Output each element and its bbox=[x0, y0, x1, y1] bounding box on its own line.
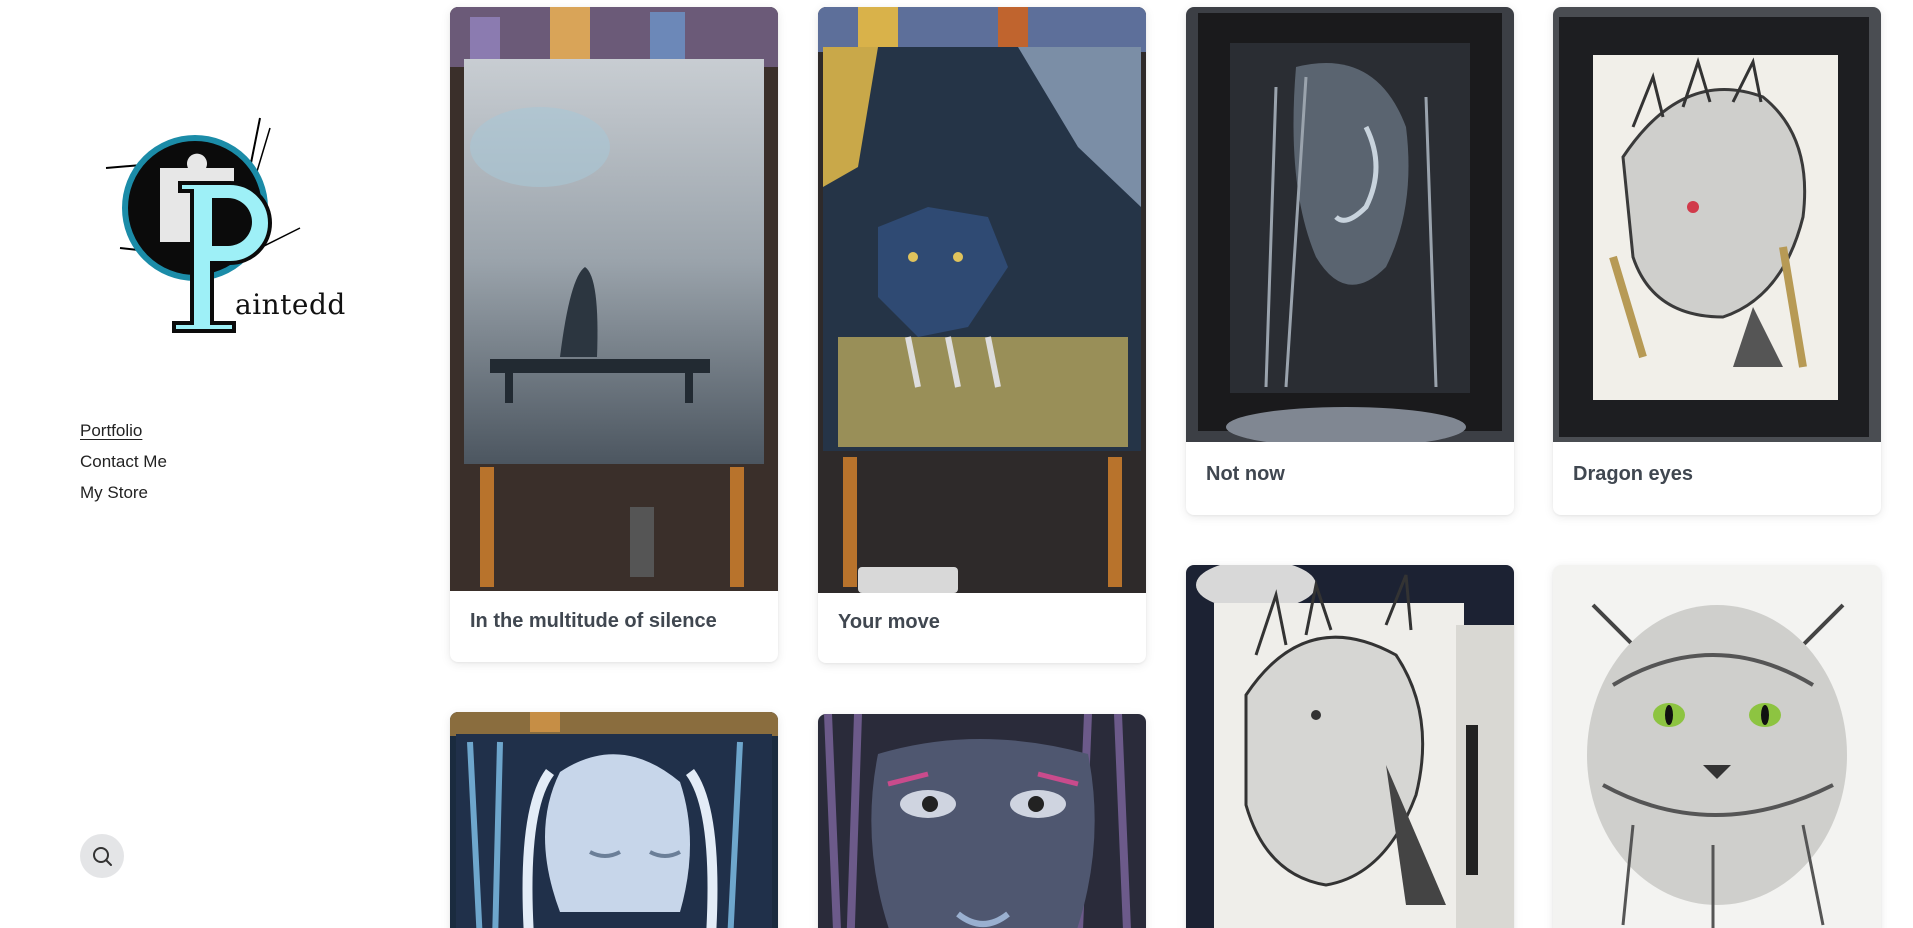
artwork-title: Your move bbox=[838, 611, 940, 633]
artwork-image bbox=[450, 712, 778, 928]
artwork-image bbox=[1186, 7, 1514, 442]
artwork-image bbox=[818, 714, 1146, 928]
artwork-image bbox=[1553, 565, 1881, 928]
artwork-image bbox=[1553, 7, 1881, 442]
artwork-title: Dragon eyes bbox=[1573, 463, 1694, 485]
artwork-image bbox=[450, 7, 778, 591]
site-logo[interactable]: aintedd bbox=[100, 108, 345, 338]
artwork-title: In the multitude of silence bbox=[470, 610, 717, 632]
sidebar: aintedd Portfolio Contact Me My Store bbox=[0, 0, 440, 928]
gallery-card[interactable]: Not now bbox=[1186, 7, 1514, 515]
gallery-card[interactable] bbox=[1553, 565, 1881, 928]
logo-wordmark: aintedd bbox=[235, 288, 346, 321]
search-icon bbox=[93, 847, 112, 866]
gallery-card[interactable]: In the multitude of silence bbox=[450, 7, 778, 662]
search-button[interactable] bbox=[80, 834, 124, 878]
artwork-title: Not now bbox=[1206, 463, 1285, 485]
artwork-image bbox=[1186, 565, 1514, 928]
gallery-card[interactable] bbox=[1186, 565, 1514, 928]
nav-item-contact-me[interactable]: Contact Me bbox=[80, 451, 167, 473]
gallery-card[interactable]: Dragon eyes bbox=[1553, 7, 1881, 515]
artwork-image bbox=[818, 7, 1146, 593]
main-nav: Portfolio Contact Me My Store bbox=[80, 420, 167, 504]
gallery-card[interactable] bbox=[818, 714, 1146, 928]
gallery-card[interactable]: Your move bbox=[818, 7, 1146, 663]
gallery-card[interactable] bbox=[450, 712, 778, 928]
nav-item-my-store[interactable]: My Store bbox=[80, 482, 167, 504]
nav-item-portfolio[interactable]: Portfolio bbox=[80, 420, 167, 442]
page: aintedd Portfolio Contact Me My Store In… bbox=[0, 0, 1913, 928]
